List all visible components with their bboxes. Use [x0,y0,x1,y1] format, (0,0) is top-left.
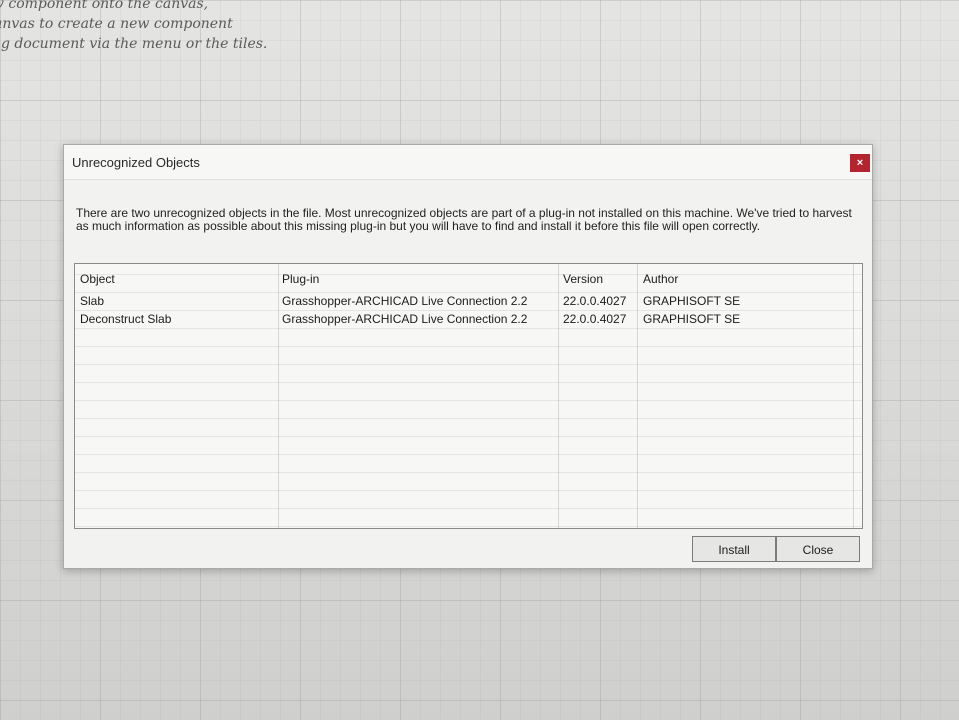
cell-object: Deconstruct Slab [80,312,172,326]
message-line: as much information as possible about th… [76,219,761,233]
column-header-version[interactable]: Version [563,270,603,288]
objects-list[interactable]: Object Plug-in Version Author Slab Grass… [74,263,863,529]
cell-author: GRAPHISOFT SE [643,312,741,326]
cell-plugin: Grasshopper-ARCHICAD Live Connection 2.2 [282,312,528,326]
dialog-title: Unrecognized Objects [72,155,200,170]
column-header-object[interactable]: Object [80,270,115,288]
canvas-hint-text: v component onto the canvas, anvas to cr… [0,0,420,54]
cell-version: 22.0.0.4027 [563,312,627,326]
close-button[interactable]: Close [776,536,860,562]
cell-plugin: Grasshopper-ARCHICAD Live Connection 2.2 [282,294,528,308]
install-button[interactable]: Install [692,536,776,562]
canvas-hint-line: anvas to create a new component [0,16,233,32]
unrecognized-objects-dialog: Unrecognized Objects × There are two unr… [63,144,873,569]
list-header: Object Plug-in Version Author [75,270,862,288]
canvas-hint-line: ng document via the menu or the tiles. [0,36,268,52]
cell-version: 22.0.0.4027 [563,294,627,308]
table-row[interactable]: Slab Grasshopper-ARCHICAD Live Connectio… [75,292,862,310]
dialog-title-bar[interactable]: Unrecognized Objects × [64,145,872,180]
cell-author: GRAPHISOFT SE [643,294,741,308]
table-row[interactable]: Deconstruct Slab Grasshopper-ARCHICAD Li… [75,310,862,328]
cell-object: Slab [80,294,105,308]
column-header-plugin[interactable]: Plug-in [282,270,319,288]
column-header-author[interactable]: Author [643,270,678,288]
dialog-message: There are two unrecognized objects in th… [76,207,866,233]
close-icon[interactable]: × [850,154,870,172]
canvas-hint-line: v component onto the canvas, [0,0,209,12]
